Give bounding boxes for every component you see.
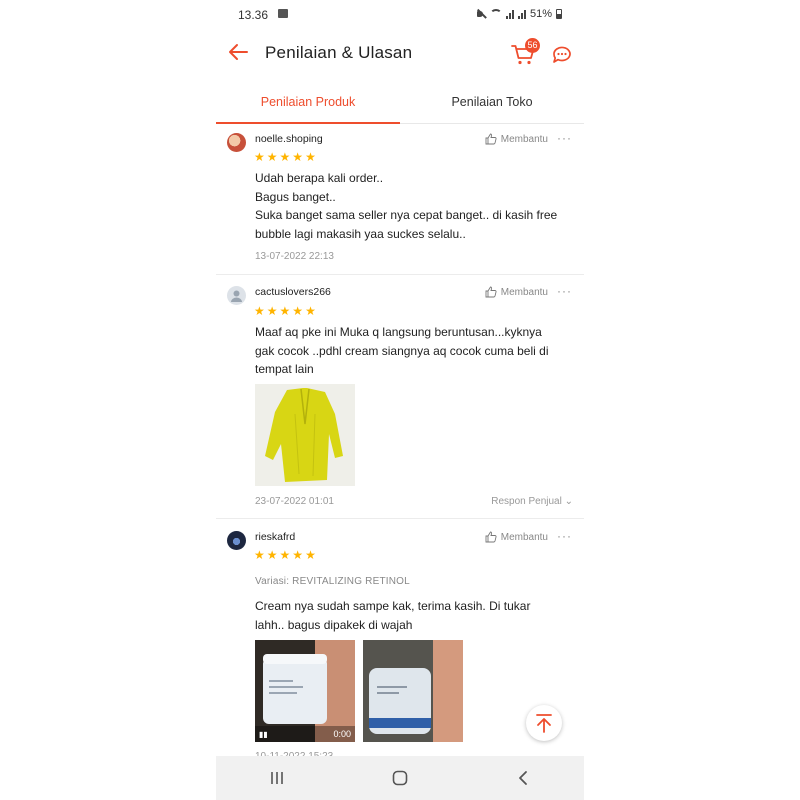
rating-stars: ★ ★ ★ ★ ★ xyxy=(254,305,316,317)
review-text-line: Suka banget sama seller nya cepat banget… xyxy=(255,208,558,222)
mute-icon xyxy=(476,9,486,19)
yellow-shirt-photo xyxy=(255,384,355,486)
star-icon: ★ xyxy=(279,150,291,164)
more-options-icon[interactable]: ··· xyxy=(557,284,572,298)
star-icon: ★ xyxy=(305,150,316,164)
tab-bar: Penilaian Produk Penilaian Toko xyxy=(216,84,584,124)
image-notification-icon xyxy=(278,9,288,18)
star-icon: ★ xyxy=(266,548,278,562)
review-username: rieskafrd xyxy=(255,531,296,543)
review-username: noelle.shoping xyxy=(255,133,323,145)
star-icon: ★ xyxy=(292,304,304,318)
review-text-line: Bagus banget.. xyxy=(255,189,336,204)
back-arrow-icon[interactable] xyxy=(226,40,250,64)
review-date: 13-07-2022 22:13 xyxy=(255,251,334,262)
system-nav-bar xyxy=(216,756,584,800)
star-icon: ★ xyxy=(266,304,278,318)
page-title: Penilaian & Ulasan xyxy=(265,43,413,62)
video-duration: 0:00 xyxy=(333,729,351,739)
review-text: Cream nya sudah sampe kak, terima kasih.… xyxy=(255,597,576,634)
star-icon: ★ xyxy=(305,548,316,562)
star-icon: ★ xyxy=(292,548,304,562)
star-icon: ★ xyxy=(254,150,265,164)
more-options-icon[interactable]: ··· xyxy=(557,131,572,145)
review-text-line: Maaf aq pke ini Muka q langsung beruntus… xyxy=(255,325,542,339)
seller-response-label: Respon Penjual xyxy=(491,496,562,507)
tab-penilaian-produk[interactable]: Penilaian Produk xyxy=(216,84,400,124)
helpful-label: Membantu xyxy=(500,286,548,298)
review-date: 23-07-2022 01:01 xyxy=(255,496,334,507)
thumbs-up-icon xyxy=(485,133,497,145)
review-item: cactuslovers266 Membantu ··· ★ ★ ★ ★ ★ Maaf … xyxy=(216,276,584,519)
cart-count-badge: 56 xyxy=(525,38,540,53)
star-icon: ★ xyxy=(305,304,316,318)
chat-icon[interactable] xyxy=(550,42,574,66)
star-icon: ★ xyxy=(254,304,265,318)
star-icon: ★ xyxy=(279,548,291,562)
review-text-line: bubble lagi makasih yaa suckes selalu.. xyxy=(255,226,466,241)
recent-apps-icon xyxy=(271,772,284,784)
helpful-label: Membantu xyxy=(500,531,548,543)
status-bar: 13.36 51% xyxy=(216,0,584,30)
scroll-to-top-button[interactable] xyxy=(526,705,562,741)
star-icon: ★ xyxy=(266,150,278,164)
review-video[interactable]: ▮▮ 0:00 xyxy=(255,640,355,742)
review-text-line: Udah berapa kali order.. xyxy=(255,171,384,185)
wifi-icon xyxy=(489,9,502,19)
seller-response-toggle[interactable]: Respon Penjual ⌄ xyxy=(491,496,573,507)
video-icon: ▮▮ xyxy=(259,730,268,739)
app-screen: 13.36 51% Penilaian & Ulasan 56 Penilaia… xyxy=(216,0,584,800)
battery-percent: 51% xyxy=(529,8,552,20)
home-button[interactable] xyxy=(380,763,420,793)
arrow-up-icon xyxy=(536,714,552,733)
video-controls: ▮▮ 0:00 xyxy=(255,726,355,742)
avatar xyxy=(227,133,246,152)
review-text: Udah berapa kali order.. Bagus banget.. … xyxy=(255,169,576,243)
home-icon xyxy=(392,770,408,786)
helpful-button[interactable]: Membantu xyxy=(485,133,548,145)
recent-apps-button[interactable] xyxy=(257,763,297,793)
signal-icon xyxy=(505,9,514,19)
review-photo[interactable] xyxy=(363,640,463,742)
product-variant: Variasi: REVITALIZING RETINOL xyxy=(255,576,410,587)
helpful-label: Membantu xyxy=(500,133,548,145)
review-photo[interactable] xyxy=(255,384,355,486)
app-header: Penilaian & Ulasan 56 xyxy=(216,30,584,78)
avatar xyxy=(227,286,246,305)
star-icon: ★ xyxy=(292,150,304,164)
thumbs-up-icon xyxy=(485,286,497,298)
chevron-left-icon xyxy=(518,771,527,785)
system-back-button[interactable] xyxy=(503,763,543,793)
chevron-down-icon: ⌄ xyxy=(564,496,573,507)
review-text-line: lahh.. bagus dipakek di wajah xyxy=(255,617,413,632)
battery-icon xyxy=(556,9,562,19)
rating-stars: ★ ★ ★ ★ ★ xyxy=(254,151,316,163)
star-icon: ★ xyxy=(279,304,291,318)
tab-penilaian-toko[interactable]: Penilaian Toko xyxy=(400,84,584,123)
review-text: Maaf aq pke ini Muka q langsung beruntus… xyxy=(255,323,576,379)
thumbs-up-icon xyxy=(485,531,497,543)
review-username: cactuslovers266 xyxy=(255,286,331,298)
review-item: noelle.shoping Membantu ··· ★ ★ ★ ★ ★ Udah b… xyxy=(216,125,584,275)
more-options-icon[interactable]: ··· xyxy=(557,529,572,543)
rating-stars: ★ ★ ★ ★ ★ xyxy=(254,549,316,561)
status-icons: 51% xyxy=(476,8,562,20)
avatar xyxy=(227,531,246,550)
review-text-line: tempat lain xyxy=(255,362,314,376)
cream-jar-photo xyxy=(363,640,463,742)
signal-2-icon xyxy=(517,9,526,19)
review-text-line: Cream nya sudah sampe kak, terima kasih.… xyxy=(255,599,531,613)
review-text-line: gak cocok ..pdhl cream siangnya aq cocok… xyxy=(255,343,549,358)
default-avatar-icon xyxy=(231,290,242,302)
helpful-button[interactable]: Membantu xyxy=(485,531,548,543)
helpful-button[interactable]: Membantu xyxy=(485,286,548,298)
status-time: 13.36 xyxy=(238,8,269,22)
star-icon: ★ xyxy=(254,548,265,562)
